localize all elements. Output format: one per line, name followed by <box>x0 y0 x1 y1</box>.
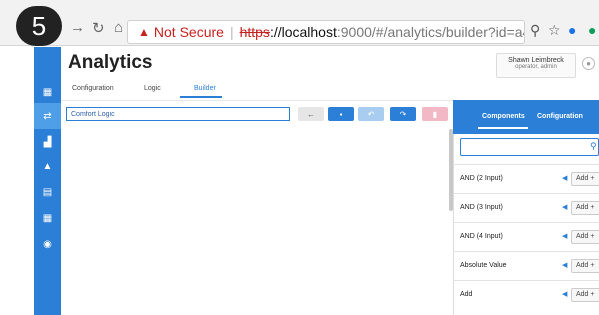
caret-left-icon[interactable]: ◀ <box>562 261 567 269</box>
list-item: Absolute Value ◀ Add + <box>453 251 599 280</box>
logic-icon[interactable]: ⇄ <box>34 103 61 129</box>
delete-button[interactable]: ▮ <box>422 107 448 121</box>
security-label: Not Secure <box>153 24 224 40</box>
star-icon[interactable]: ☆ <box>548 22 561 39</box>
user-menu[interactable]: Shawn Leimbreck operator, admin <box>496 53 576 78</box>
tab-components[interactable]: Components <box>482 113 525 120</box>
component-label: AND (2 Input) <box>460 175 503 182</box>
step-badge: 5 <box>16 6 62 46</box>
extension-icon[interactable]: ● <box>568 22 576 38</box>
save-button[interactable]: ▪ <box>328 107 354 121</box>
alarm-icon[interactable]: ▲ <box>34 153 61 179</box>
reload-icon[interactable]: ↻ <box>92 19 105 37</box>
component-label: Absolute Value <box>460 262 507 269</box>
url-separator: | <box>229 24 234 40</box>
user-name: Shawn Leimbreck <box>508 57 564 64</box>
list-item: AND (2 Input) ◀ Add + <box>453 164 599 193</box>
search-icon[interactable]: ⚲ <box>590 141 597 152</box>
user-icon[interactable]: ◉ <box>34 231 61 257</box>
add-component-button[interactable]: Add + <box>571 201 599 215</box>
caret-left-icon[interactable]: ◀ <box>562 203 567 211</box>
tab-builder[interactable]: Builder <box>194 85 216 92</box>
add-component-button[interactable]: Add + <box>571 230 599 244</box>
chart-icon[interactable]: ▟ <box>34 129 61 155</box>
component-label: AND (4 Input) <box>460 233 503 240</box>
tab-configuration[interactable]: Configuration <box>72 85 114 92</box>
caret-left-icon[interactable]: ◀ <box>562 174 567 182</box>
list-item: AND (3 Input) ◀ Add + <box>453 193 599 222</box>
list-item: Add ◀ Add + <box>453 280 599 309</box>
back-button[interactable]: ← <box>298 107 324 121</box>
logic-name-input[interactable] <box>66 107 290 121</box>
component-label: Add <box>460 291 473 298</box>
back-arrow-icon[interactable]: → <box>70 19 85 36</box>
undo-button[interactable]: ↶ <box>358 107 384 121</box>
app-sidebar: ▦ ⇄ ▟ ▲ ▤ ▦ ◉ <box>34 47 61 315</box>
zoom-icon[interactable]: ⚲ <box>530 22 540 39</box>
component-search-input[interactable] <box>460 138 599 156</box>
tab-panel-configuration[interactable]: Configuration <box>537 113 583 120</box>
logic-canvas[interactable] <box>61 128 453 315</box>
dashboard-icon[interactable]: ▦ <box>34 79 61 105</box>
list-item: AND (4 Input) ◀ Add + <box>453 222 599 251</box>
add-component-button[interactable]: Add + <box>571 288 599 302</box>
url-scheme: https <box>239 24 270 40</box>
active-tab-indicator <box>180 96 222 98</box>
redo-button[interactable]: ↷ <box>390 107 416 121</box>
add-component-button[interactable]: Add + <box>571 259 599 273</box>
component-label: AND (3 Input) <box>460 204 503 211</box>
user-role: operator, admin <box>515 64 557 70</box>
add-component-button[interactable]: Add + <box>571 172 599 186</box>
url-host: ://localhost <box>269 24 337 40</box>
warning-icon: ▲ <box>138 25 150 39</box>
caret-left-icon[interactable]: ◀ <box>562 290 567 298</box>
url-path: :9000/#/analytics/builder?id=a445... <box>336 24 524 40</box>
avatar[interactable]: ● <box>582 57 595 70</box>
page-title: Analytics <box>68 52 153 73</box>
table-icon[interactable]: ▦ <box>34 205 61 231</box>
caret-left-icon[interactable]: ◀ <box>562 232 567 240</box>
panel-active-tab-indicator <box>478 127 528 129</box>
document-icon[interactable]: ▤ <box>34 179 61 205</box>
tab-logic[interactable]: Logic <box>144 85 161 92</box>
address-bar[interactable]: ▲ Not Secure | https ://localhost :9000/… <box>127 20 525 44</box>
home-icon[interactable]: ⌂ <box>114 19 123 36</box>
extension-icon[interactable]: ● <box>588 22 596 38</box>
